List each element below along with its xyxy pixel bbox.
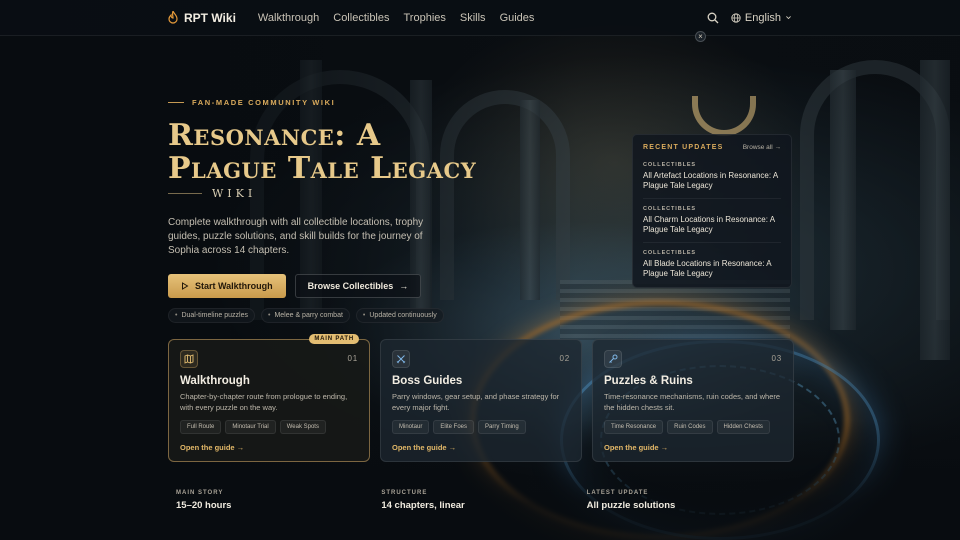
- card-tag[interactable]: Elite Foes: [433, 420, 475, 434]
- card-tag[interactable]: Parry Timing: [478, 420, 526, 434]
- nav-link-collectibles[interactable]: Collectibles: [333, 12, 389, 24]
- card-walkthrough[interactable]: MAIN PATH 01 Walkthrough Chapter-by-chap…: [168, 334, 370, 462]
- browse-all-link[interactable]: Browse all →: [743, 144, 781, 151]
- game-stats: MAIN STORY 15–20 hours STRUCTURE 14 chap…: [176, 490, 792, 511]
- main-path-badge: MAIN PATH: [309, 334, 359, 344]
- wiki-subtitle: WIKI: [168, 187, 608, 200]
- card-tag[interactable]: Weak Spots: [279, 420, 326, 434]
- card-number: 03: [771, 354, 782, 363]
- cta-row: Start Walkthrough Browse Collectibles →: [168, 274, 608, 298]
- update-category: COLLECTIBLES: [643, 162, 696, 168]
- nav-right: English: [707, 12, 792, 24]
- updates-title: RECENT UPDATES: [643, 144, 724, 151]
- card-tag[interactable]: Time Resonance: [604, 420, 664, 434]
- card-tag[interactable]: Hidden Chests: [716, 420, 770, 434]
- stat-structure: STRUCTURE 14 chapters, linear: [381, 490, 586, 511]
- page-title: Resonance: A Plague Tale Legacy: [168, 119, 608, 185]
- update-category: COLLECTIBLES: [643, 250, 696, 256]
- card-tag[interactable]: Minotaur: [392, 420, 430, 434]
- nav-link-skills[interactable]: Skills: [460, 12, 486, 24]
- open-guide-link[interactable]: Open the guide →: [604, 443, 782, 452]
- card-description: Chapter-by-chapter route from prologue t…: [180, 392, 348, 412]
- update-name: All Artefact Locations in Resonance: A P…: [643, 171, 778, 190]
- card-tag[interactable]: Full Route: [180, 420, 222, 434]
- search-icon[interactable]: [707, 12, 719, 24]
- browse-collectibles-label: Browse Collectibles: [307, 281, 394, 291]
- play-icon: [182, 282, 189, 290]
- language-selector[interactable]: English: [731, 12, 792, 24]
- arrow-right-icon: →: [399, 281, 409, 291]
- card-boss-guides[interactable]: 02 Boss Guides Parry windows, gear setup…: [380, 339, 582, 462]
- start-walkthrough-button[interactable]: Start Walkthrough: [168, 274, 286, 298]
- open-guide-link[interactable]: Open the guide →: [392, 443, 570, 452]
- stat-label: MAIN STORY: [176, 490, 224, 496]
- nav-link-guides[interactable]: Guides: [500, 12, 535, 24]
- recent-updates-panel: RECENT UPDATES Browse all → COLLECTIBLES…: [632, 134, 792, 288]
- title-line-1: Resonance: A: [168, 118, 381, 153]
- feature-chip: Updated continuously: [355, 308, 444, 323]
- open-guide-label: Open the guide: [604, 443, 659, 452]
- map-icon: [180, 350, 198, 368]
- stat-latest-update: LATEST UPDATE All puzzle solutions: [587, 490, 792, 511]
- crossed-swords-icon: [392, 350, 410, 368]
- flame-icon: [168, 11, 178, 24]
- language-label: English: [744, 11, 781, 24]
- card-number: 02: [559, 354, 570, 363]
- stat-value: All puzzle solutions: [586, 500, 676, 511]
- card-tag[interactable]: Minotaur Trial: [225, 420, 276, 434]
- update-item[interactable]: COLLECTIBLES All Charm Locations in Reso…: [643, 198, 781, 235]
- wiki-rule: [168, 193, 202, 194]
- nav-link-walkthrough[interactable]: Walkthrough: [258, 12, 319, 24]
- updates-header: RECENT UPDATES Browse all →: [643, 144, 781, 151]
- eyebrow-rule: [168, 102, 184, 103]
- stat-value: 14 chapters, linear: [381, 500, 465, 511]
- browse-all-label: Browse all: [742, 144, 773, 151]
- open-guide-link[interactable]: Open the guide →: [180, 443, 358, 452]
- brand-name: RPT Wiki: [184, 10, 236, 25]
- nav-links: Walkthrough Collectibles Trophies Skills…: [258, 12, 535, 24]
- stat-value: 15–20 hours: [176, 500, 232, 511]
- browse-collectibles-button[interactable]: Browse Collectibles →: [294, 274, 422, 298]
- top-nav: RPT Wiki Walkthrough Collectibles Trophi…: [0, 0, 960, 36]
- wiki-label: WIKI: [212, 187, 257, 200]
- update-name: All Charm Locations in Resonance: A Plag…: [643, 215, 775, 234]
- stat-main-story: MAIN STORY 15–20 hours: [176, 490, 381, 511]
- title-line-2: Plague Tale Legacy: [168, 151, 477, 186]
- chevron-down-icon: [786, 16, 791, 20]
- update-name: All Blade Locations in Resonance: A Plag…: [643, 259, 772, 278]
- globe-icon: [731, 12, 741, 23]
- nav-link-trophies[interactable]: Trophies: [404, 12, 446, 24]
- card-description: Parry windows, gear setup, and phase str…: [392, 392, 560, 412]
- open-guide-label: Open the guide: [180, 443, 235, 452]
- update-category: COLLECTIBLES: [643, 206, 696, 212]
- hero-section: FAN-MADE COMMUNITY WIKI Resonance: A Pla…: [168, 98, 608, 323]
- update-item[interactable]: COLLECTIBLES All Blade Locations in Reso…: [643, 242, 781, 279]
- open-guide-label: Open the guide: [392, 443, 447, 452]
- eyebrow-text: FAN-MADE COMMUNITY WIKI: [192, 98, 336, 107]
- guide-cards: MAIN PATH 01 Walkthrough Chapter-by-chap…: [168, 334, 794, 462]
- card-title: Puzzles & Ruins: [604, 375, 693, 387]
- card-description: Time-resonance mechanisms, ruin codes, a…: [604, 392, 781, 412]
- stat-label: STRUCTURE: [381, 490, 428, 496]
- update-item[interactable]: COLLECTIBLES All Artefact Locations in R…: [643, 162, 781, 191]
- hero-description: Complete walkthrough with all collectibl…: [168, 217, 424, 256]
- card-title: Boss Guides: [392, 375, 463, 387]
- card-number: 01: [347, 354, 358, 363]
- feature-chips: Dual-timeline puzzles Melee & parry comb…: [168, 308, 608, 323]
- close-icon[interactable]: ×: [695, 31, 706, 42]
- stat-label: LATEST UPDATE: [586, 490, 649, 496]
- card-tag[interactable]: Ruin Codes: [667, 420, 713, 434]
- brand-link[interactable]: RPT Wiki: [168, 11, 236, 25]
- feature-chip: Melee & parry combat: [260, 308, 350, 323]
- feature-chip: Dual-timeline puzzles: [168, 308, 255, 323]
- start-walkthrough-label: Start Walkthrough: [195, 281, 273, 291]
- key-icon: [604, 350, 622, 368]
- card-puzzles-ruins[interactable]: 03 Puzzles & Ruins Time-resonance mechan…: [592, 339, 794, 462]
- card-title: Walkthrough: [180, 375, 250, 387]
- hero-eyebrow: FAN-MADE COMMUNITY WIKI: [168, 98, 608, 107]
